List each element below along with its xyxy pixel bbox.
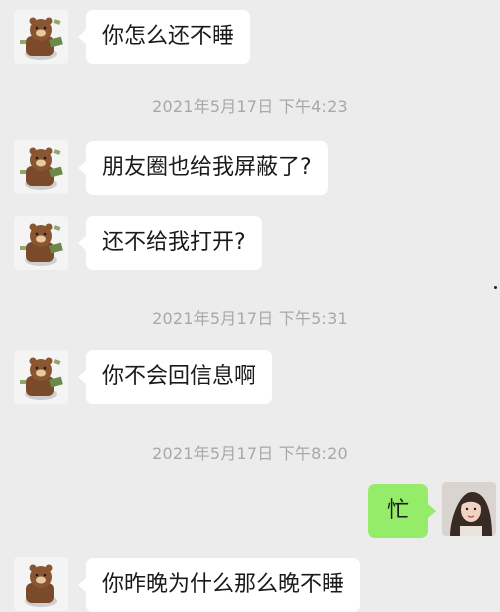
message-bubble-incoming[interactable]: 你昨晚为什么那么晚不睡 xyxy=(77,558,361,612)
contact-avatar-icon[interactable] xyxy=(14,216,68,270)
message-bubble-incoming[interactable]: 还不给我打开? xyxy=(78,216,262,270)
contact-avatar-icon[interactable] xyxy=(14,350,68,404)
message-bubble-outgoing[interactable]: 忙 xyxy=(368,484,436,538)
contact-avatar-icon[interactable] xyxy=(14,557,68,611)
message-bubble-incoming[interactable]: 你不会回信息啊 xyxy=(77,350,273,404)
message-bubble-incoming[interactable]: 你怎么还不睡 xyxy=(77,10,251,64)
message-bubble-incoming[interactable]: 朋友圈也给我屏蔽了? xyxy=(78,141,328,195)
timestamp: 2021年5月17日 下午5:31 xyxy=(152,309,348,328)
chat-message-list[interactable]: 你怎么还不睡 2021年5月17日 下午4:23 朋友圈也给我屏蔽了? 还不给我… xyxy=(0,0,500,612)
contact-avatar-icon[interactable] xyxy=(14,140,68,194)
contact-avatar-icon[interactable] xyxy=(14,10,68,64)
timestamp: 2021年5月17日 下午8:20 xyxy=(152,444,348,463)
timestamp: 2021年5月17日 下午4:23 xyxy=(152,97,348,116)
self-avatar-icon[interactable] xyxy=(442,482,496,536)
stray-dot xyxy=(494,286,497,289)
